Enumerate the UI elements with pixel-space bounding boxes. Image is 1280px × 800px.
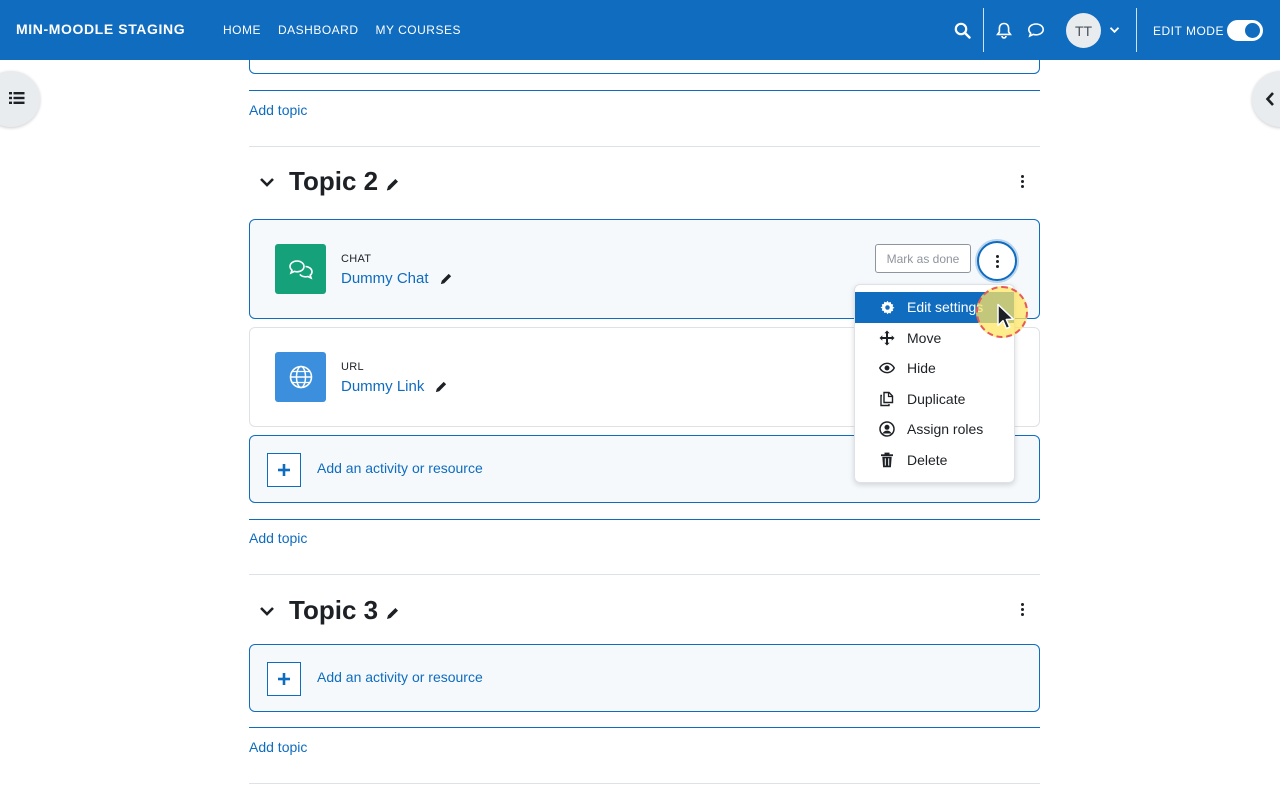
menu-item-label: Move [907, 329, 942, 346]
topic-3-header: Topic 3 [258, 595, 400, 626]
mark-as-done-button[interactable]: Mark as done [875, 244, 971, 273]
add-topic-link[interactable]: Add topic [249, 102, 307, 118]
search-icon[interactable] [952, 20, 972, 40]
user-avatar[interactable]: TT [1066, 13, 1101, 48]
top-navbar: MIN-MOODLE STAGING HOME DASHBOARD MY COU… [0, 0, 1280, 60]
toggle-knob [1245, 23, 1260, 38]
list-icon [9, 92, 25, 104]
activity-name-link[interactable]: Dummy Chat [341, 270, 453, 287]
add-activity-label: Add an activity or resource [317, 460, 483, 476]
globe-icon [275, 352, 326, 402]
menu-item-delete[interactable]: Delete [855, 445, 1014, 476]
topic-2-actions-menu[interactable] [1015, 172, 1029, 190]
menu-item-label: Assign roles [907, 421, 984, 438]
navbar-divider [983, 8, 984, 52]
section-separator [249, 783, 1040, 784]
menu-item-label: Edit settings [907, 299, 984, 316]
eye-icon [879, 360, 895, 376]
topic-3-title: Topic 3 [289, 595, 379, 625]
collapse-chevron-icon[interactable] [258, 602, 276, 620]
nav-my-courses-link[interactable]: MY COURSES [376, 23, 461, 37]
activity-actions-menu-button[interactable] [977, 241, 1017, 281]
edit-pencil-icon[interactable] [385, 177, 400, 192]
edit-pencil-icon[interactable] [439, 272, 453, 286]
primary-navigation: HOME DASHBOARD MY COURSES [223, 23, 461, 37]
chat-icon [275, 244, 326, 294]
add-activity-label: Add an activity or resource [317, 669, 483, 685]
nav-dashboard-link[interactable]: DASHBOARD [278, 23, 359, 37]
edit-pencil-icon[interactable] [434, 380, 448, 394]
activity-name-link[interactable]: Dummy Link [341, 378, 448, 395]
activity-name-text: Dummy Link [341, 378, 425, 395]
topic-2-title: Topic 2 [289, 166, 379, 196]
chat-bubble-icon[interactable] [1026, 20, 1046, 40]
menu-item-label: Delete [907, 451, 948, 468]
section-separator [249, 146, 1040, 147]
user-circle-icon [879, 421, 895, 437]
edit-pencil-icon[interactable] [385, 606, 400, 621]
plus-icon [267, 662, 301, 696]
menu-item-label: Hide [907, 360, 936, 377]
copy-icon [879, 391, 895, 407]
bell-icon[interactable] [994, 20, 1014, 40]
trash-icon [879, 452, 895, 468]
menu-item-label: Duplicate [907, 390, 966, 407]
topic-2-header: Topic 2 [258, 166, 400, 197]
nav-home-link[interactable]: HOME [223, 23, 261, 37]
add-topic-link[interactable]: Add topic [249, 530, 307, 546]
chevron-down-icon[interactable] [1104, 20, 1124, 40]
section-divider [249, 727, 1040, 728]
mouse-pointer-icon [997, 303, 1015, 330]
section-separator [249, 574, 1040, 575]
navbar-divider [1136, 8, 1137, 52]
course-index-drawer-button[interactable] [0, 71, 40, 127]
menu-item-hide[interactable]: Hide [855, 353, 1014, 384]
section-divider [249, 519, 1040, 520]
site-brand[interactable]: MIN-MOODLE STAGING [16, 21, 185, 37]
chevron-left-icon [1265, 92, 1274, 106]
edit-mode-label: EDIT MODE [1153, 24, 1224, 38]
collapse-chevron-icon[interactable] [258, 173, 276, 191]
plus-icon [267, 453, 301, 487]
edit-mode-toggle[interactable] [1227, 20, 1263, 41]
move-arrows-icon [879, 330, 895, 346]
add-topic-link[interactable]: Add topic [249, 739, 307, 755]
gear-icon [879, 299, 895, 315]
section-divider [249, 90, 1040, 91]
activity-name-text: Dummy Chat [341, 270, 429, 287]
activity-type-label: CHAT [341, 253, 372, 265]
topic-3-actions-menu[interactable] [1015, 600, 1029, 618]
block-drawer-button[interactable] [1252, 71, 1280, 127]
menu-item-assign-roles[interactable]: Assign roles [855, 414, 1014, 445]
activity-type-label: URL [341, 361, 364, 373]
add-activity-button[interactable]: Add an activity or resource [249, 644, 1040, 712]
menu-item-duplicate[interactable]: Duplicate [855, 384, 1014, 415]
